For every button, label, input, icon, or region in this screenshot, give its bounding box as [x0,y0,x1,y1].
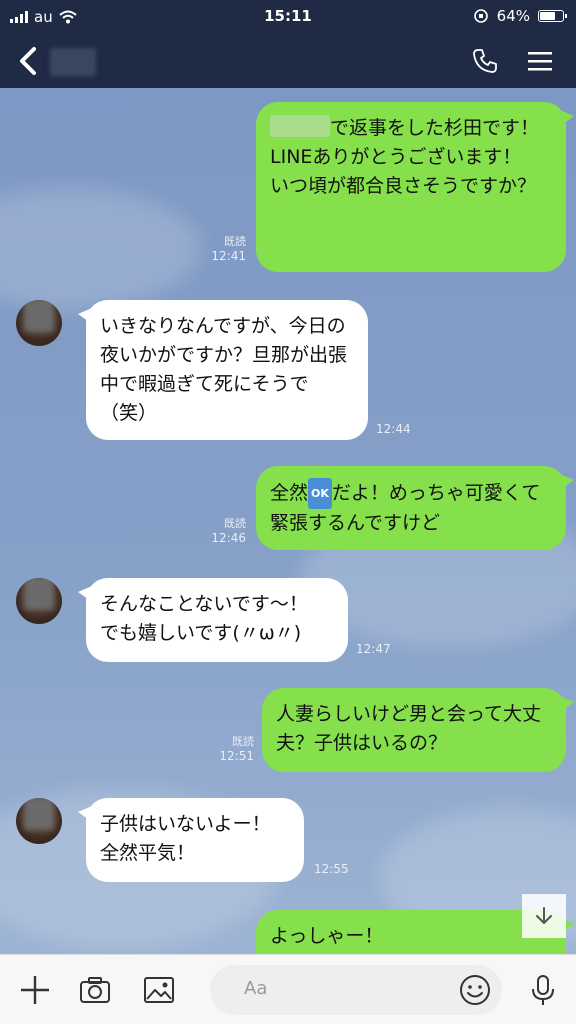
scroll-to-bottom-button[interactable] [522,894,566,938]
plus-icon[interactable] [18,973,52,1007]
incoming-message[interactable]: 子供はいないよー！ 全然平気！ [78,798,304,882]
input-bar: Aa [0,954,576,1024]
message-meta: 12:47 [356,642,406,657]
avatar[interactable] [16,798,62,844]
back-icon[interactable] [14,44,44,78]
message-text: よっしゃー！ [270,925,384,947]
message-meta: 既読 12:46 [206,516,246,546]
message-time: 12:55 [314,862,349,876]
message-meta: 12:55 [314,862,364,877]
message-input-placeholder: Aa [244,978,268,999]
arrow-down-icon [536,907,552,924]
status-right: 64% [473,7,567,25]
message-input[interactable]: Aa [210,965,502,1015]
camera-icon[interactable] [78,973,112,1007]
outgoing-message[interactable]: 人妻らしいけど男と会って大丈夫？子供はいるの？ [262,688,574,772]
message-text: そんなことないです〜！ でも嬉しいです(〃ω〃) [100,593,308,644]
incoming-message[interactable]: いきなりなんですが、今日の夜いかがですか？旦那が出張中で暇過ぎて死にそうで（笑） [78,300,368,440]
redacted-text [270,115,330,137]
read-receipt: 既読 [224,517,246,530]
avatar[interactable] [16,300,62,346]
avatar[interactable] [16,578,62,624]
status-bar: au 15:11 64% [0,0,576,34]
message-time: 12:51 [219,749,254,763]
menu-icon[interactable] [526,48,554,74]
battery-icon [538,10,567,22]
message-time: 12:44 [376,422,411,436]
message-time: 12:46 [211,531,246,545]
chat-area[interactable]: 既読 12:41 で返事をした杉田です！LINEありがとうございます！ いつ頃が… [0,88,576,954]
orientation-lock-icon [473,9,488,23]
message-text: 全然 [270,482,309,504]
message-time: 12:47 [356,642,391,656]
message-text: 子供はいないよー！ 全然平気！ [100,813,271,864]
outgoing-message[interactable]: 全然 OK だよ！めっちゃ可愛くて緊張するんですけど [256,466,574,550]
battery-percent: 64% [496,7,530,25]
ok-emoji: OK [308,478,332,509]
message-time: 12:41 [211,249,246,263]
incoming-message[interactable]: そんなことないです〜！ でも嬉しいです(〃ω〃) [78,578,348,662]
message-meta: 既読 12:51 [218,734,254,764]
microphone-icon[interactable] [526,973,560,1007]
message-meta: 12:44 [376,422,426,437]
read-receipt: 既読 [232,735,254,748]
message-meta: 既読 12:41 [206,234,246,264]
read-receipt: 既読 [224,235,246,248]
chat-header [0,34,576,88]
emoji-icon[interactable] [458,973,492,1007]
message-text: 人妻らしいけど男と会って大丈夫？子供はいるの？ [276,703,542,754]
outgoing-message[interactable]: よっしゃー！ [256,910,574,954]
phone-icon[interactable] [470,46,500,76]
outgoing-message[interactable]: で返事をした杉田です！LINEありがとうございます！ いつ頃が都合良さそうですか… [256,102,574,272]
message-text: いきなりなんですが、今日の夜いかがですか？旦那が出張中で暇過ぎて死にそうで（笑） [100,315,348,424]
contact-name-redacted [50,48,96,76]
image-icon[interactable] [142,973,176,1007]
